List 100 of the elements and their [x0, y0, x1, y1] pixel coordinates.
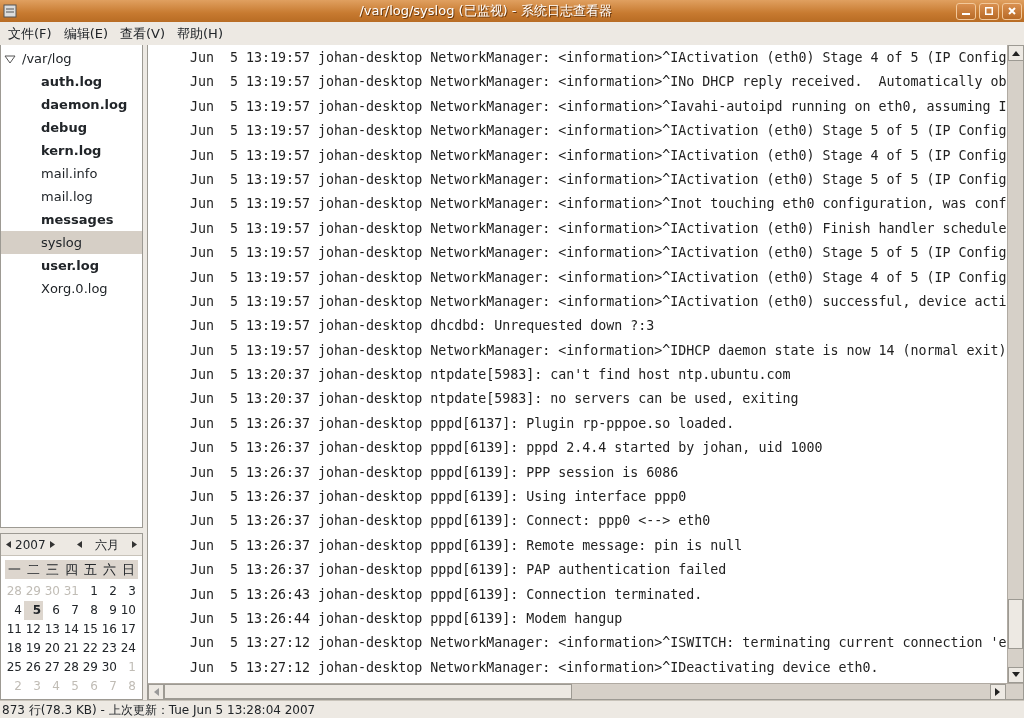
calendar-day[interactable]: 16	[100, 620, 119, 639]
log-line: Jun 5 13:19:57 johan-desktop NetworkManager: <information>^IActivation (eth0) Stage 5 of 5 (IP Config	[190, 244, 1007, 263]
right-arrow-icon	[995, 688, 1001, 696]
log-line: Jun 5 13:19:57 johan-desktop NetworkManager: <information>^INo DHCP reply received. Automatically ob	[190, 73, 1007, 92]
weekday-label: 三	[45, 561, 60, 579]
sidebar-item[interactable]: debug	[1, 116, 142, 139]
calendar-day[interactable]: 12	[24, 620, 43, 639]
vertical-scrollbar[interactable]	[1007, 45, 1023, 683]
sidebar-item[interactable]: auth.log	[1, 70, 142, 93]
scrollbar-thumb[interactable]	[164, 684, 572, 699]
scrollbar-thumb[interactable]	[1008, 599, 1023, 649]
weekday-label: 五	[83, 561, 98, 579]
minimize-icon	[962, 13, 970, 15]
log-line: Jun 5 13:27:12 johan-desktop NetworkManager: <information>^IDeactivating device eth0.	[190, 658, 880, 677]
log-line: Jun 5 13:20:37 johan-desktop ntpdate[5983]: can't find host ntp.ubuntu.com	[190, 366, 792, 385]
calendar-day[interactable]: 18	[5, 639, 24, 658]
log-line: Jun 5 13:19:57 johan-desktop NetworkManager: <information>^IActivation (eth0) Stage 4 of 5 (IP Config	[190, 268, 1007, 287]
calendar-day[interactable]: 1	[81, 582, 100, 601]
log-line: Jun 5 13:19:57 johan-desktop NetworkManager: <information>^IActivation (eth0) Stage 5 of 5 (IP Config	[190, 170, 1007, 189]
log-line: Jun 5 13:26:37 johan-desktop pppd[6139]: Connect: ppp0 <--> eth0	[190, 512, 712, 531]
log-line: Jun 5 13:19:57 johan-desktop NetworkManager: <information>^IActivation (eth0) successful, device acti	[190, 292, 1007, 311]
year-label: 2007	[15, 536, 46, 554]
calendar-day[interactable]: 28	[62, 658, 81, 677]
log-line: Jun 5 13:19:57 johan-desktop dhcdbd: Unrequested down ?:3	[190, 317, 656, 336]
weekday-label: 四	[64, 561, 79, 579]
calendar-day[interactable]: 15	[81, 620, 100, 639]
close-icon	[1008, 7, 1016, 15]
calendar-day[interactable]: 19	[24, 639, 43, 658]
log-line: Jun 5 13:26:43 johan-desktop pppd[6139]: Connection terminated.	[190, 585, 704, 604]
calendar-day[interactable]: 6	[43, 601, 62, 620]
previous-month-icon	[76, 540, 83, 549]
sidebar-item[interactable]: user.log	[1, 254, 142, 277]
sidebar-item[interactable]: mail.info	[1, 162, 142, 185]
calendar-day[interactable]: 9	[100, 601, 119, 620]
menu-item[interactable]: 查看(V)	[114, 23, 172, 44]
log-line: Jun 5 13:19:57 johan-desktop NetworkManager: <information>^IDHCP daemon state is now 14 (normal exit)	[190, 341, 1007, 360]
menu-item[interactable]: 帮助(H)	[171, 23, 229, 44]
log-line: Jun 5 13:19:57 johan-desktop NetworkManager: <information>^IActivation (eth0) Stage 4 of 5 (IP Config	[190, 49, 1007, 67]
log-line: Jun 5 13:26:37 johan-desktop pppd[6139]: Using interface ppp0	[190, 488, 688, 507]
log-line: Jun 5 13:19:57 johan-desktop NetworkManager: <information>^IActivation (eth0) Finish handler schedule	[190, 219, 1007, 238]
calendar-day[interactable]: 8	[81, 601, 100, 620]
calendar-day[interactable]: 3	[119, 582, 138, 601]
maximize-button[interactable]	[979, 2, 999, 20]
log-line: Jun 5 13:19:57 johan-desktop NetworkManager: <information>^Iavahi-autoipd running on eth0, assuming I	[190, 97, 1007, 116]
calendar-day[interactable]: 14	[62, 620, 81, 639]
log-line: Jun 5 13:19:57 johan-desktop NetworkManager: <information>^IActivation (eth0) Stage 4 of 5 (IP Config	[190, 146, 1007, 165]
log-line: Jun 5 13:26:37 johan-desktop pppd[6139]: PAP authentication failed	[190, 561, 728, 580]
calendar-day[interactable]: 26	[24, 658, 43, 677]
log-line: Jun 5 13:26:37 johan-desktop pppd[6137]: Plugin rp-pppoe.so loaded.	[190, 414, 736, 433]
calendar-day[interactable]: 4	[5, 601, 24, 620]
down-arrow-icon	[1012, 672, 1020, 678]
calendar-day[interactable]: 2	[100, 582, 119, 601]
next-year-icon	[48, 540, 56, 549]
calendar-day[interactable]: 24	[119, 639, 138, 658]
menu-item[interactable]: 编辑(E)	[57, 23, 114, 44]
left-arrow-icon	[153, 688, 159, 696]
calendar-day[interactable]: 30	[100, 658, 119, 677]
month-label: 六月	[95, 536, 119, 554]
log-line: Jun 5 13:27:12 johan-desktop NetworkManager: <information>^ISWITCH: terminating current connection 'e	[190, 634, 1007, 653]
sidebar-item[interactable]: messages	[1, 208, 142, 231]
log-line: Jun 5 13:26:37 johan-desktop pppd[6139]: PPP session is 6086	[190, 463, 680, 482]
menu-item[interactable]: 文件(F)	[2, 23, 58, 44]
calendar-day[interactable]: 5	[24, 601, 43, 620]
calendar-day[interactable]: 29	[81, 658, 100, 677]
calendar-day[interactable]: 10	[119, 601, 138, 620]
log-viewer-icon	[2, 3, 18, 19]
log-line: Jun 5 13:26:37 johan-desktop pppd[6139]: pppd 2.4.4 started by johan, uid 1000	[190, 439, 824, 458]
sidebar-item[interactable]: kern.log	[1, 139, 142, 162]
calendar-day[interactable]: 17	[119, 620, 138, 639]
weekday-label: 二	[26, 561, 41, 579]
minimize-button[interactable]	[956, 2, 976, 20]
maximize-icon	[985, 7, 993, 15]
previous-year-icon	[5, 540, 12, 549]
close-button[interactable]	[1002, 2, 1022, 20]
sidebar-item[interactable]: syslog	[1, 231, 142, 254]
status-bar: 873 行(78.3 KB) - 上次更新：Tue Jun 5 13:28:04 2007	[0, 700, 1024, 718]
sidebar-item[interactable]: mail.log	[1, 185, 142, 208]
window-title: /var/log/syslog (已监视) - 系统日志查看器	[358, 2, 613, 21]
calendar-day[interactable]: 11	[5, 620, 24, 639]
folder-label[interactable]: /var/log	[22, 48, 72, 69]
weekday-label: 日	[121, 561, 136, 579]
up-arrow-icon	[1012, 50, 1020, 56]
log-line: Jun 5 13:26:44 johan-desktop pppd[6139]: Modem hangup	[190, 610, 624, 628]
calendar-day[interactable]: 21	[62, 639, 81, 658]
calendar-day[interactable]: 25	[5, 658, 24, 677]
calendar-day[interactable]: 7	[62, 601, 81, 620]
log-line: Jun 5 13:19:57 johan-desktop NetworkManager: <information>^Inot touching eth0 configuration, was conf	[190, 195, 1007, 214]
sidebar-item[interactable]: Xorg.0.log	[1, 277, 142, 300]
weekday-label: 一	[7, 561, 22, 579]
horizontal-scrollbar[interactable]	[148, 683, 1023, 699]
log-line: Jun 5 13:19:57 johan-desktop NetworkManager: <information>^IActivation (eth0) Stage 5 of 5 (IP Config	[190, 122, 1007, 141]
next-month-icon	[131, 540, 138, 549]
calendar-day[interactable]: 27	[43, 658, 62, 677]
log-line: Jun 5 13:20:37 johan-desktop ntpdate[5983]: no servers can be used, exiting	[190, 390, 800, 409]
calendar-day[interactable]: 13	[43, 620, 62, 639]
sidebar-item[interactable]: daemon.log	[1, 93, 142, 116]
calendar-day[interactable]: 20	[43, 639, 62, 658]
weekday-label: 六	[102, 561, 117, 579]
calendar-day[interactable]: 23	[100, 639, 119, 658]
calendar-day[interactable]: 22	[81, 639, 100, 658]
